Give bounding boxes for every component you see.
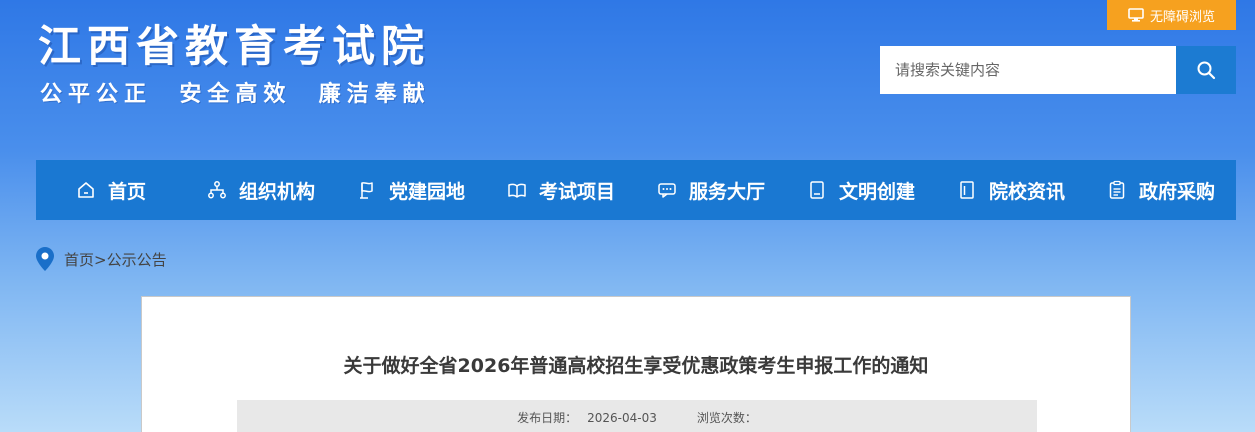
main-nav: 首页 组织机构 党建园地 考试项目 服务大厅 文明创建 院校资讯 政府采购 bbox=[36, 160, 1236, 220]
document-icon bbox=[960, 181, 974, 199]
search-icon bbox=[1197, 61, 1216, 80]
book-icon bbox=[508, 183, 526, 198]
nav-label: 服务大厅 bbox=[688, 180, 765, 203]
nav-label: 首页 bbox=[107, 180, 146, 203]
accessibility-button[interactable]: 无障碍浏览 bbox=[1107, 0, 1236, 30]
nav-item-exams[interactable]: 考试项目 bbox=[486, 160, 636, 220]
flag-icon bbox=[359, 182, 373, 199]
publish-date: 发布日期： 2026-04-03 bbox=[517, 409, 657, 426]
nav-item-civilization[interactable]: 文明创建 bbox=[786, 160, 936, 220]
nav-item-party[interactable]: 党建园地 bbox=[336, 160, 486, 220]
monitor-icon bbox=[1128, 8, 1144, 22]
site-slogan: 公平公正 安全高效 廉洁奉献 bbox=[40, 82, 431, 107]
breadcrumb-home[interactable]: 首页 bbox=[64, 251, 94, 269]
nav-item-service[interactable]: 服务大厅 bbox=[636, 160, 786, 220]
accessibility-label: 无障碍浏览 bbox=[1149, 9, 1215, 25]
site-title[interactable]: 江西省教育考试院 bbox=[38, 12, 430, 74]
home-icon bbox=[78, 182, 94, 198]
site-header: 江西省教育考试院 公平公正 安全高效 廉洁奉献 无障碍浏览 bbox=[0, 0, 1255, 160]
article-title: 关于做好全省2026年普通高校招生享受优惠政策考生申报工作的通知 bbox=[343, 355, 929, 377]
article-panel: 关于做好全省2026年普通高校招生享受优惠政策考生申报工作的通知 发布日期： 20… bbox=[141, 296, 1131, 432]
clipboard-icon bbox=[1109, 180, 1125, 199]
chat-icon bbox=[658, 183, 676, 198]
nav-label: 院校资讯 bbox=[988, 180, 1065, 203]
search-button[interactable] bbox=[1176, 46, 1236, 94]
nav-item-organization[interactable]: 组织机构 bbox=[186, 160, 336, 220]
breadcrumb-current[interactable]: 公示公告 bbox=[107, 251, 167, 269]
nav-label: 政府采购 bbox=[1138, 180, 1215, 203]
location-pin-icon bbox=[36, 247, 54, 271]
nav-item-procurement[interactable]: 政府采购 bbox=[1086, 160, 1236, 220]
view-count-label: 浏览次数： bbox=[696, 410, 757, 425]
breadcrumb: 首页>公示公告 bbox=[36, 246, 167, 272]
nav-item-institutions[interactable]: 院校资讯 bbox=[936, 160, 1086, 220]
nav-label: 组织机构 bbox=[238, 180, 315, 203]
view-count: 浏览次数： bbox=[697, 409, 757, 426]
publish-date-label: 发布日期： bbox=[517, 410, 578, 425]
org-chart-icon bbox=[208, 181, 226, 199]
publish-date-value: 2026-04-03 bbox=[587, 410, 657, 425]
nav-item-home[interactable]: 首页 bbox=[36, 160, 186, 220]
notebook-icon bbox=[810, 181, 824, 199]
nav-label: 党建园地 bbox=[388, 180, 465, 203]
article-meta: 发布日期： 2026-04-03 浏览次数： bbox=[237, 400, 1037, 432]
search-input[interactable] bbox=[880, 46, 1176, 94]
nav-label: 考试项目 bbox=[538, 180, 615, 203]
nav-label: 文明创建 bbox=[838, 180, 915, 203]
breadcrumb-separator: > bbox=[94, 250, 107, 269]
